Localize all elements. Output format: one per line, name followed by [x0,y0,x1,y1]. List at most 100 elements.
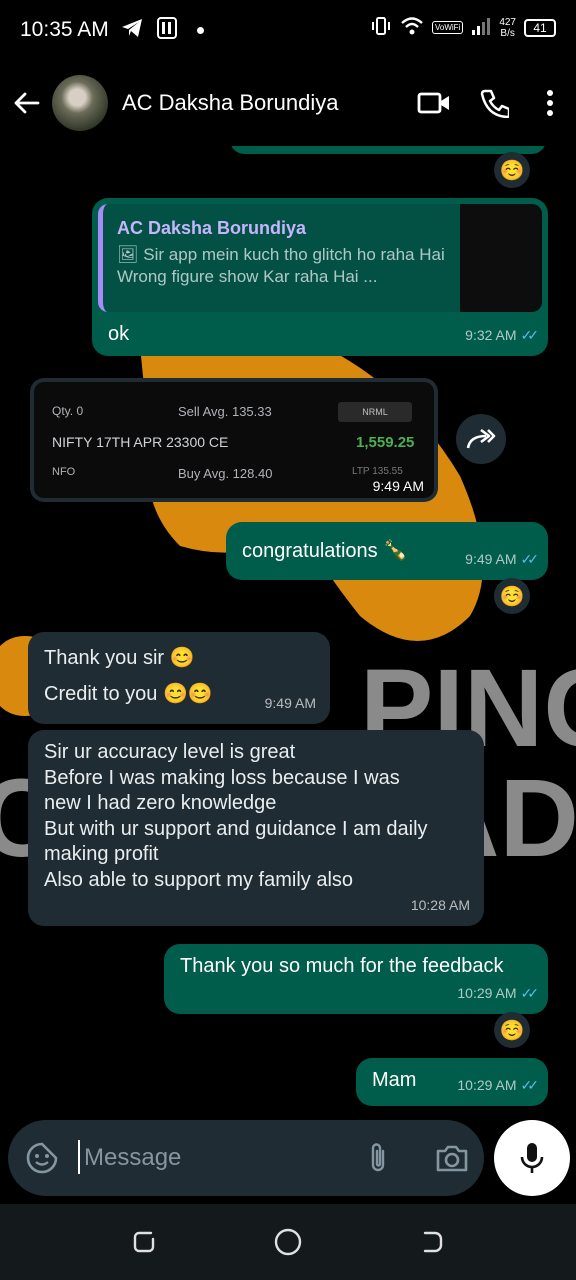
video-camera-icon [417,92,449,114]
message-input[interactable] [84,1140,344,1176]
quoted-message[interactable]: AC Daksha Borundiya 🖼 Sir app mein kuch … [98,204,542,312]
back-nav-button[interactable] [410,1222,454,1262]
reaction-badge[interactable]: ☺️ [494,578,530,614]
quoted-text-line2: Wrong figure show Kar raha Hai ... [117,267,378,286]
message-text: ok [108,323,130,345]
home-button[interactable] [266,1222,310,1262]
quoted-text: 🖼 Sir app mein kuch tho glitch ho raha H… [117,244,457,288]
position-qty: Qty. 0 [52,404,84,418]
message-meta: 9:49 AM ✓✓ [465,547,540,572]
read-receipt-icon: ✓✓ [520,551,540,567]
recents-icon [133,1231,155,1253]
position-screenshot: Qty. 0 Sell Avg. 135.33 NRML NIFTY 17TH … [34,382,434,498]
arrow-left-icon [14,92,40,114]
position-product-badge: NRML [338,402,412,422]
reaction-badge[interactable]: ☺️ [494,1012,530,1048]
network-speed-unit: B/s [500,27,515,39]
more-vertical-icon [547,90,553,116]
camera-button[interactable] [432,1138,472,1178]
sticker-icon [26,1142,58,1174]
message-text-line2: Credit to you 😊😊 [44,683,213,705]
chat-area[interactable]: PING ADE C ☺️ AC Daksha Borundiya 🖼 Sir … [0,146,576,1120]
message-text: congratulations 🍾 [242,540,409,562]
microphone-icon [520,1143,544,1173]
previous-message-edge [230,146,546,154]
read-receipt-icon: ✓✓ [520,985,540,1001]
forward-button[interactable] [456,414,506,464]
message-text-line: Sir ur accuracy level is great [44,741,296,763]
message-time: 9:49 AM [372,478,424,494]
home-icon [274,1228,302,1256]
message-meta: 9:32 AM ✓✓ [465,323,540,348]
message-input-bar [8,1120,484,1196]
message-text-line: Before I was making loss because I was [44,766,400,789]
message-time: 10:29 AM [457,985,517,1001]
message-meta: 10:29 AM ✓✓ [457,981,540,1006]
status-time: 10:35 AM [20,18,109,41]
back-nav-icon [423,1231,443,1253]
position-buy-avg: Buy Avg. 128.40 [178,466,273,481]
message-text-line1: Thank you sir 😊 [44,647,195,669]
message-outgoing[interactable]: Thank you so much for the feedback 10:29… [164,944,548,1014]
network-speed: 427 B/s [499,17,516,39]
system-navigation-bar [0,1204,576,1280]
message-meta: 10:29 AM ✓✓ [457,1073,539,1098]
message-text-line: Also able to support my family also [44,868,354,891]
message-outgoing-reply[interactable]: AC Daksha Borundiya 🖼 Sir app mein kuch … [92,198,548,356]
message-text: Thank you so much for the feedback [180,955,504,977]
app-notification-icon [156,16,177,44]
message-text-line: new I had zero knowledge [44,792,277,814]
message-text: Sir ur accuracy level is great Before I … [44,740,428,893]
quoted-image-thumbnail [460,204,542,312]
notification-dot-icon [196,26,204,34]
text-cursor [78,1140,80,1174]
message-text-line: making profit [44,843,159,865]
back-button[interactable] [0,60,52,146]
status-bar: 10:35 AM VoWiFi 427 B/s 41 [0,0,576,60]
camera-icon [436,1145,468,1172]
chat-header: AC Daksha Borundiya [0,60,576,146]
position-ltp: LTP 135.55 [352,466,403,477]
message-text: Mam [372,1069,417,1091]
quoted-sender-name: AC Daksha Borundiya [117,218,307,238]
forward-icon [466,428,496,449]
attach-button[interactable] [358,1138,398,1178]
message-time: 10:29 AM [457,1077,517,1093]
sticker-button[interactable] [22,1138,62,1178]
position-sell-avg: Sell Avg. 135.33 [178,404,272,419]
message-time: 10:28 AM [410,897,470,913]
message-incoming[interactable]: Thank you sir 😊 Credit to you 😊😊 9:49 AM [28,632,330,724]
voice-call-button[interactable] [464,60,524,146]
position-pnl: 1,559.25 [356,434,415,451]
network-speed-value: 427 [499,16,516,28]
telegram-icon [121,18,143,43]
recents-button[interactable] [122,1222,166,1262]
menu-button[interactable] [524,60,576,146]
quoted-text-line1: 🖼 Sir app mein kuch tho glitch ho raha H… [117,245,445,264]
message-outgoing[interactable]: Mam 10:29 AM ✓✓ [356,1058,548,1106]
signal-icon [471,17,491,38]
message-incoming-image[interactable]: Qty. 0 Sell Avg. 135.33 NRML NIFTY 17TH … [30,378,438,502]
message-time: 9:49 AM [465,551,517,567]
message-text-line: But with ur support and guidance I am da… [44,817,428,840]
message-outgoing[interactable]: congratulations 🍾 9:49 AM ✓✓ [226,522,548,580]
message-incoming[interactable]: Sir ur accuracy level is great Before I … [28,730,484,926]
contact-avatar[interactable] [52,75,108,131]
message-time: 9:32 AM [465,327,517,343]
battery-indicator: 41 [524,18,556,37]
message-meta: 10:28 AM [411,893,470,918]
message-time: 9:49 AM [264,695,316,711]
vowifi-badge: VoWiFi [431,21,464,34]
position-symbol: NIFTY 17TH APR 23300 CE [52,434,229,450]
position-exchange: NFO [52,466,76,478]
reaction-badge[interactable]: ☺️ [494,152,530,188]
paperclip-icon [371,1143,385,1172]
voice-message-button[interactable] [494,1120,570,1196]
video-call-button[interactable] [404,60,464,146]
vibrate-icon [370,16,392,39]
phone-icon [480,89,509,118]
message-meta: 9:49 AM [265,691,316,716]
wifi-icon [400,16,424,39]
read-receipt-icon: ✓✓ [520,327,540,343]
contact-name[interactable]: AC Daksha Borundiya [122,90,404,116]
